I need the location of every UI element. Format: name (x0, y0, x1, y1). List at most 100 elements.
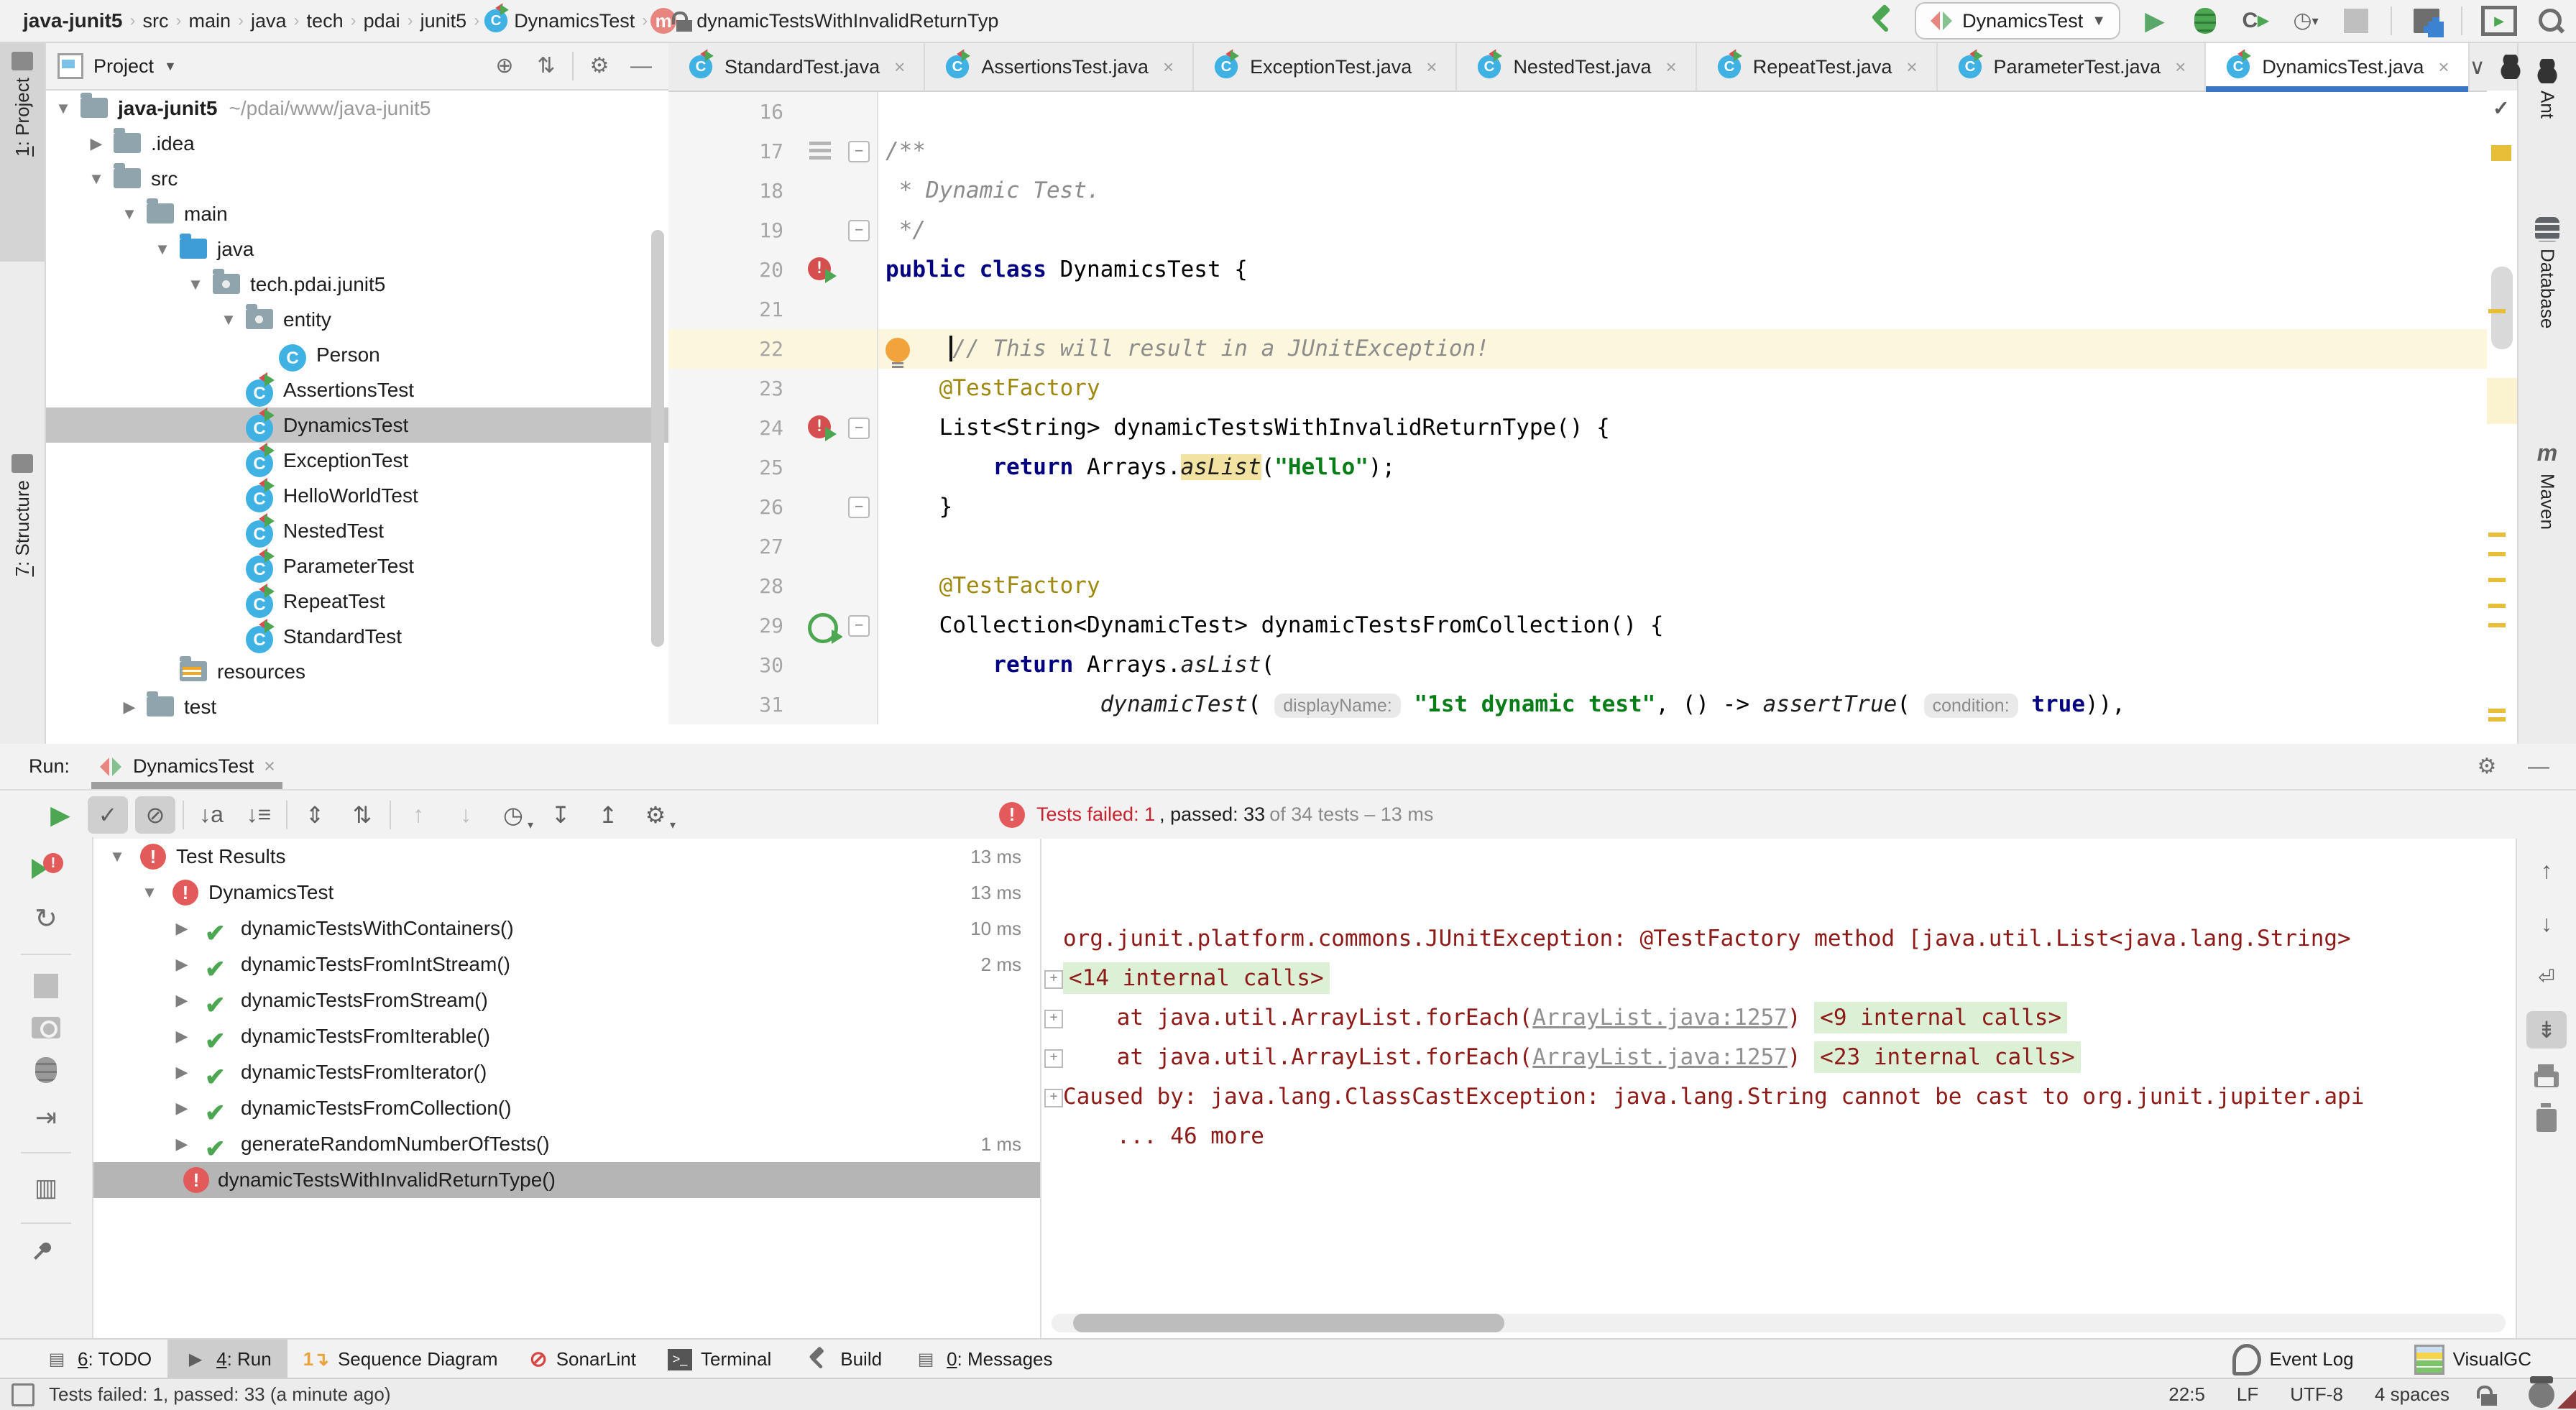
test-row-Test Results[interactable]: ▼!Test Results13 ms (93, 839, 1040, 875)
close-icon[interactable]: × (1163, 56, 1174, 78)
tree-expand-arrow-icon[interactable]: ▼ (104, 839, 130, 875)
tool-window-button-todo[interactable]: ▤6: TODO (29, 1340, 167, 1379)
code-text[interactable]: @TestFactory (878, 369, 2517, 408)
breadcrumb-item[interactable]: src (142, 10, 168, 32)
code-line-26[interactable]: 26− } (668, 487, 2517, 527)
test-row-dynamicTestsFromIterator[interactable]: ▶✔dynamicTestsFromIterator() (93, 1054, 1040, 1090)
close-icon[interactable]: × (1666, 56, 1677, 78)
tree-expand-arrow-icon[interactable]: ▼ (150, 231, 175, 267)
breadcrumb-item[interactable]: java-junit5 (23, 9, 122, 32)
debug-button[interactable] (2189, 5, 2221, 37)
hidden-tabs-chevron-icon[interactable]: ∨ (2470, 55, 2485, 80)
tree-collapse-arrow-icon[interactable]: ▶ (169, 1090, 195, 1126)
project-tree-row-exceptiontest[interactable]: CExceptionTest (46, 443, 668, 478)
settings-gear-button[interactable]: ⚙▾ (635, 796, 676, 834)
project-tree-row-entity[interactable]: ▼entity (46, 302, 668, 337)
up-stack-trace-button[interactable]: ↑ (2526, 852, 2567, 889)
editor-error-stripe[interactable]: ✓ (2487, 91, 2517, 744)
run-button[interactable]: ▶ (2139, 5, 2171, 37)
code-text[interactable] (878, 92, 2517, 132)
sidebar-item-structure[interactable]: 7: Structure (0, 446, 45, 700)
console-line-4[interactable]: + at java.util.ArrayList.forEach(ArrayLi… (1041, 1038, 2516, 1077)
project-tree-row-nestedtest[interactable]: CNestedTest (46, 513, 668, 548)
tree-expand-arrow-icon[interactable]: ▼ (50, 91, 76, 126)
import-tests-icon[interactable]: ⇥ (30, 1102, 62, 1133)
code-line-23[interactable]: 23 @TestFactory (668, 369, 2517, 408)
close-icon[interactable]: × (1906, 56, 1917, 78)
caret-position[interactable]: 22:5 (2168, 1383, 2205, 1406)
project-tree-row-dynamicstest[interactable]: CDynamicsTest (46, 407, 668, 443)
console-line-1[interactable]: org.junit.platform.commons.JUnitExceptio… (1041, 919, 2516, 959)
project-tree-row-main[interactable]: ▼main (46, 196, 668, 231)
code-line-27[interactable]: 27 (668, 527, 2517, 566)
code-text[interactable]: } (878, 487, 2517, 527)
code-line-28[interactable]: 28 @TestFactory (668, 566, 2517, 606)
ant-plugin-icon[interactable] (2500, 55, 2521, 79)
stack-trace-link[interactable]: ArrayList.java:1257 (1532, 1005, 1788, 1031)
project-tree-row-.idea[interactable]: ▶.idea (46, 126, 668, 161)
console-line-3[interactable]: + at java.util.ArrayList.forEach(ArrayLi… (1041, 998, 2516, 1038)
close-icon[interactable]: × (1426, 56, 1437, 78)
coverage-button[interactable]: C▶ (2240, 5, 2271, 37)
status-message[interactable]: Tests failed: 1, passed: 33 (a minute ag… (49, 1383, 391, 1406)
warning-stripe-mark[interactable] (2488, 578, 2506, 582)
warning-stripe-mark[interactable] (2488, 533, 2506, 537)
build-hammer-icon[interactable] (1867, 6, 1896, 35)
close-icon[interactable]: × (2438, 56, 2449, 78)
code-line-16[interactable]: 16 (668, 92, 2517, 132)
sidebar-item-project[interactable]: 1: Project (0, 43, 45, 262)
tool-window-button-run[interactable]: ▶4: Run (167, 1340, 288, 1379)
test-row-generateRandomNumberOfTests[interactable]: ▶✔generateRandomNumberOfTests()1 ms (93, 1126, 1040, 1162)
code-editor[interactable]: 1617−/**18 * Dynamic Test.19− */20!publi… (668, 92, 2517, 744)
breadcrumb-item[interactable]: main (188, 10, 231, 32)
tool-window-switcher-icon[interactable] (12, 1383, 34, 1406)
sidebar-item-database[interactable]: Database (2518, 208, 2576, 427)
breadcrumb-item[interactable]: pdai (364, 10, 400, 32)
fold-expand-icon[interactable]: + (1044, 970, 1063, 989)
import-test-results-button[interactable]: ↧ (540, 796, 581, 834)
pin-tab-icon[interactable] (39, 1240, 53, 1255)
breadcrumb-item[interactable]: junit5 (420, 10, 467, 32)
code-text[interactable]: dynamicTest( displayName: "1st dynamic t… (878, 685, 2517, 724)
code-text[interactable]: List<String> dynamicTestsWithInvalidRetu… (878, 408, 2517, 448)
run-configuration-select[interactable]: DynamicsTest ▼ (1915, 2, 2120, 40)
show-ignored-button[interactable]: ⊘ (135, 796, 175, 834)
code-text[interactable]: @TestFactory (878, 566, 2517, 606)
tree-expand-arrow-icon[interactable]: ▼ (183, 267, 208, 302)
test-row-dynamicTestsWithInvalidReturnType[interactable]: !dynamicTestsWithInvalidReturnType() (93, 1162, 1040, 1198)
tree-collapse-arrow-icon[interactable]: ▶ (169, 946, 195, 982)
sidebar-item-maven[interactable]: m Maven (2518, 431, 2576, 621)
project-tree-row-test[interactable]: ▶test (46, 689, 668, 724)
test-history-button[interactable]: ◷▾ (493, 796, 533, 834)
warning-stripe-mark[interactable] (2488, 309, 2506, 313)
code-line-21[interactable]: 21 (668, 290, 2517, 329)
warning-stripe-mark[interactable] (2488, 604, 2506, 608)
console-horizontal-scrollbar[interactable] (1052, 1314, 2506, 1332)
fold-expand-icon[interactable]: + (1044, 1089, 1063, 1107)
lock-icon[interactable] (2481, 1394, 2497, 1406)
code-line-24[interactable]: 24!− List<String> dynamicTestsWithInvali… (668, 408, 2517, 448)
tree-collapse-arrow-icon[interactable]: ▶ (116, 689, 142, 724)
console-line-2[interactable]: +<14 internal calls> (1041, 959, 2516, 998)
test-console-output[interactable]: org.junit.platform.commons.JUnitExceptio… (1040, 839, 2516, 1338)
code-line-19[interactable]: 19− */ (668, 211, 2517, 250)
project-tree-row-repeattest[interactable]: CRepeatTest (46, 584, 668, 619)
test-row-dynamicTestsFromStream[interactable]: ▶✔dynamicTestsFromStream() (93, 982, 1040, 1018)
project-tree-row-assertionstest[interactable]: CAssertionsTest (46, 372, 668, 407)
chevron-down-icon[interactable]: ▼ (164, 59, 177, 74)
fold-open-icon[interactable]: − (848, 418, 870, 439)
run-failed-test-icon[interactable]: ! (808, 415, 831, 438)
code-line-31[interactable]: 31 dynamicTest( displayName: "1st dynami… (668, 685, 2517, 724)
console-line-6[interactable]: ... 46 more (1041, 1117, 2516, 1156)
test-row-dynamicTestsWithContainers[interactable]: ▶✔dynamicTestsWithContainers()10 ms (93, 911, 1040, 946)
fold-open-icon[interactable]: − (848, 615, 870, 637)
intention-bulb-icon[interactable] (886, 338, 910, 362)
rerun-failed-tests-icon[interactable] (30, 853, 62, 885)
fold-open-icon[interactable]: − (848, 141, 870, 162)
code-line-17[interactable]: 17−/** (668, 132, 2517, 171)
tree-collapse-arrow-icon[interactable]: ▶ (169, 1018, 195, 1054)
project-tree-scrollbar[interactable] (651, 230, 664, 647)
tool-window-button-messages[interactable]: ▤0: Messages (898, 1340, 1068, 1379)
tool-window-button-sonarlint[interactable]: ⊘SonarLint (514, 1340, 652, 1379)
code-text[interactable]: return Arrays.asList("Hello"); (878, 448, 2517, 487)
